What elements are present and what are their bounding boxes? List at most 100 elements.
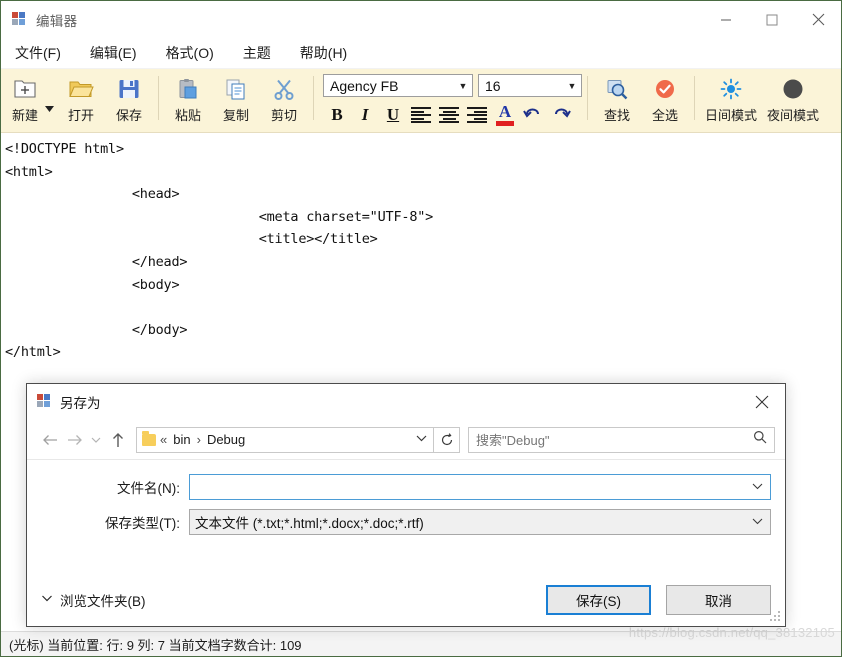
align-center-button[interactable] — [435, 102, 463, 128]
copy-icon — [224, 74, 248, 104]
italic-button[interactable]: I — [351, 102, 379, 128]
font-color-letter: A — [498, 102, 512, 121]
search-input[interactable]: 搜索"Debug" — [468, 426, 775, 453]
menu-file[interactable]: 文件(F) — [15, 38, 61, 69]
refresh-icon[interactable] — [434, 426, 460, 453]
redo-button[interactable] — [547, 102, 575, 128]
sun-icon — [720, 74, 742, 104]
align-left-button[interactable] — [407, 102, 435, 128]
menu-help[interactable]: 帮助(H) — [300, 38, 347, 69]
status-text: (光标) 当前位置: 行: 9 列: 7 当前文档字数合计: 109 — [9, 637, 302, 653]
maximize-icon[interactable] — [749, 1, 795, 38]
filename-label: 文件名(N): — [117, 481, 180, 496]
resize-grip[interactable] — [770, 611, 782, 623]
redo-icon — [551, 105, 571, 126]
select-all-button[interactable]: 全选 — [641, 72, 689, 124]
folder-icon — [142, 430, 156, 446]
font-family-select[interactable]: Agency FB ▼ — [323, 74, 473, 97]
recent-chevron-icon[interactable] — [87, 427, 105, 453]
breadcrumb[interactable]: « bin › Debug — [136, 426, 434, 453]
menu-theme[interactable]: 主题 — [243, 38, 271, 69]
save-disk-icon — [117, 74, 141, 104]
paste-label: 粘贴 — [174, 108, 201, 123]
filetype-value: 文本文件 (*.txt;*.html;*.docx;*.doc;*.rtf) — [195, 516, 424, 531]
forward-arrow-icon[interactable] — [62, 427, 87, 453]
menu-edit[interactable]: 编辑(E) — [90, 38, 137, 69]
chevron-down-icon — [41, 594, 53, 606]
save-as-dialog: 另存为 « bin › Debug 搜索"Debug" 文件名(N): 保存类型… — [26, 383, 786, 627]
copy-label: 复制 — [222, 108, 249, 123]
close-icon[interactable] — [795, 1, 841, 38]
search-icon — [753, 430, 767, 449]
app-icon — [37, 393, 53, 410]
menu-format[interactable]: 格式(O) — [166, 38, 214, 69]
save-button[interactable]: 保存(S) — [546, 585, 651, 615]
new-file-dropdown-icon[interactable] — [45, 99, 57, 117]
chevron-down-icon[interactable] — [752, 481, 763, 493]
select-all-check-icon — [653, 74, 677, 104]
up-arrow-icon[interactable] — [105, 427, 130, 453]
night-mode-label: 夜间模式 — [766, 108, 819, 123]
search-placeholder: 搜索"Debug" — [476, 433, 550, 448]
dialog-buttons: 保存(S) 取消 — [531, 585, 771, 615]
filename-row: 文件名(N): — [41, 474, 771, 500]
open-file-label: 打开 — [67, 108, 94, 123]
night-mode-button[interactable]: 夜间模式 — [762, 72, 824, 124]
new-file-icon — [12, 74, 38, 104]
save-file-button[interactable]: 保存 — [105, 72, 153, 124]
dialog-navigation-bar: « bin › Debug 搜索"Debug" — [27, 420, 785, 460]
copy-button[interactable]: 复制 — [212, 72, 260, 124]
dialog-footer: 浏览文件夹(B) 保存(S) 取消 — [27, 574, 785, 626]
chevron-down-icon[interactable] — [752, 516, 763, 528]
browse-folders-toggle[interactable]: 浏览文件夹(B) — [41, 590, 146, 610]
font-size-value: 16 — [485, 77, 501, 94]
breadcrumb-item-0: « — [160, 432, 168, 447]
undo-icon — [523, 105, 543, 126]
breadcrumb-item-3[interactable]: Debug — [207, 432, 245, 447]
app-icon — [12, 11, 28, 28]
font-color-button[interactable]: A — [491, 102, 519, 128]
toolbar-theme-group: 日间模式 夜间模式 — [700, 69, 824, 131]
underline-button[interactable]: U — [379, 102, 407, 128]
align-center-icon — [439, 107, 459, 123]
select-all-label: 全选 — [651, 108, 678, 123]
toolbar-clipboard-group: 粘贴 复制 剪切 — [164, 69, 308, 131]
dialog-title: 另存为 — [60, 395, 101, 411]
cancel-button[interactable]: 取消 — [666, 585, 771, 615]
minimize-icon[interactable] — [703, 1, 749, 38]
breadcrumb-item-1[interactable]: bin — [173, 432, 190, 447]
toolbar-file-group: 新建 打开 保存 — [1, 69, 153, 131]
editor-content[interactable]: <!DOCTYPE html> <html> <head> <meta char… — [1, 133, 841, 364]
title-bar: 编辑器 — [1, 1, 841, 38]
toolbar-separator-1 — [158, 76, 159, 120]
chevron-down-icon: ▼ — [458, 80, 468, 91]
toolbar-font-group: Agency FB ▼ 16 ▼ B I U A — [323, 69, 582, 129]
new-file-button[interactable]: 新建 — [1, 72, 49, 124]
bold-button[interactable]: B — [323, 102, 351, 128]
open-file-button[interactable]: 打开 — [57, 72, 105, 124]
undo-button[interactable] — [519, 102, 547, 128]
back-arrow-icon[interactable] — [37, 427, 62, 453]
toolbar-separator-4 — [694, 76, 695, 120]
find-button[interactable]: 查找 — [593, 72, 641, 124]
toolbar-separator-2 — [313, 76, 314, 120]
paste-button[interactable]: 粘贴 — [164, 72, 212, 124]
status-bar: (光标) 当前位置: 行: 9 列: 7 当前文档字数合计: 109 — [1, 631, 841, 656]
toolbar-action-group: 查找 全选 — [593, 69, 689, 131]
filename-field[interactable] — [189, 474, 771, 500]
filetype-select[interactable]: 文本文件 (*.txt;*.html;*.docx;*.doc;*.rtf) — [189, 509, 771, 535]
toolbar-separator-3 — [587, 76, 588, 120]
dialog-fields: 文件名(N): 保存类型(T): 文本文件 (*.txt;*.html;*.do… — [27, 460, 785, 544]
align-right-button[interactable] — [463, 102, 491, 128]
font-size-select[interactable]: 16 ▼ — [478, 74, 582, 97]
font-family-value: Agency FB — [330, 77, 399, 94]
chevron-down-icon[interactable] — [416, 434, 427, 445]
dialog-close-icon[interactable] — [739, 384, 785, 420]
open-folder-icon — [68, 74, 94, 104]
chevron-down-icon: ▼ — [567, 80, 577, 91]
scissors-icon — [272, 74, 296, 104]
window-controls — [703, 1, 841, 38]
day-mode-button[interactable]: 日间模式 — [700, 72, 762, 124]
cut-button[interactable]: 剪切 — [260, 72, 308, 124]
align-left-icon — [411, 107, 431, 123]
